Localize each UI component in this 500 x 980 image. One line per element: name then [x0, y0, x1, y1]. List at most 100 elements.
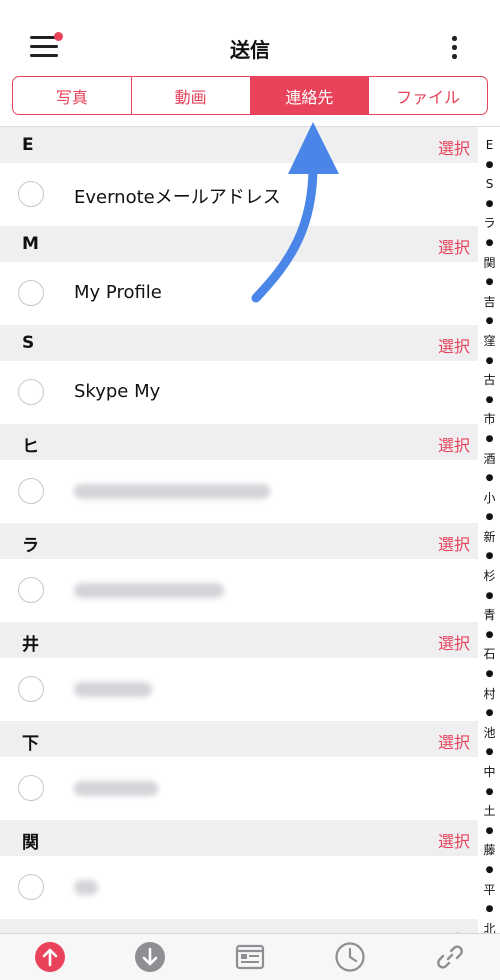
contact-name: Skype My — [74, 381, 161, 402]
section-header: 選択 — [0, 919, 478, 933]
section-header: ラ 選択 — [0, 523, 478, 559]
index-bar-item[interactable]: 土 — [483, 802, 495, 822]
index-bar-item[interactable]: 関 — [483, 254, 495, 274]
tab-videos[interactable]: 動画 — [132, 77, 251, 114]
section-header: ヒ 選択 — [0, 424, 478, 460]
index-bar-item[interactable]: 杉 — [483, 567, 495, 587]
select-section-button[interactable]: 選択 — [438, 729, 470, 753]
section-header: M 選択 — [0, 226, 478, 262]
contact-row[interactable]: Evernoteメールアドレス — [0, 163, 478, 226]
index-bar-dot[interactable]: ● — [486, 469, 494, 489]
index-bar-item[interactable]: 中 — [483, 763, 495, 783]
browser-window-icon[interactable] — [234, 941, 266, 973]
blurred-contact-name — [74, 682, 152, 697]
bottom-tab-bar — [0, 933, 500, 980]
select-section-button[interactable]: 選択 — [438, 630, 470, 654]
tab-photos[interactable]: 写真 — [13, 77, 132, 114]
index-bar-dot[interactable]: ● — [486, 861, 494, 881]
index-bar-dot[interactable]: ● — [486, 626, 494, 646]
upload-arrow-icon[interactable] — [34, 941, 66, 973]
section-letter: ラ — [22, 536, 39, 556]
blurred-contact-name — [74, 781, 158, 796]
contact-radio[interactable] — [18, 577, 44, 603]
contact-radio[interactable] — [18, 775, 44, 801]
index-bar-item[interactable]: 石 — [483, 645, 495, 665]
page-title: 送信 — [230, 38, 270, 62]
blurred-contact-name — [74, 880, 98, 895]
index-bar-dot[interactable]: ● — [486, 743, 494, 763]
select-section-button[interactable]: 選択 — [438, 432, 470, 456]
contact-radio[interactable] — [18, 280, 44, 306]
contact-list[interactable]: E 選択 Evernoteメールアドレス M 選択 My Profile S 選… — [0, 127, 478, 933]
contact-row[interactable] — [0, 658, 478, 721]
vertical-ellipsis-icon[interactable] — [448, 36, 460, 62]
contact-row[interactable] — [0, 559, 478, 622]
index-bar-item[interactable]: ラ — [483, 214, 495, 234]
index-bar-item[interactable]: 新 — [483, 528, 495, 548]
tab-contacts[interactable]: 連絡先 — [250, 77, 370, 114]
content-type-tabs: 写真 動画 連絡先 ファイル — [12, 76, 488, 115]
contact-row[interactable] — [0, 856, 478, 919]
section-letter: 井 — [22, 635, 39, 655]
index-bar-item[interactable]: 吉 — [483, 293, 495, 313]
index-bar-item[interactable]: 青 — [483, 606, 495, 626]
section-letter: 関 — [22, 833, 39, 853]
contact-radio[interactable] — [18, 478, 44, 504]
contact-row[interactable]: Skype My — [0, 361, 478, 424]
index-bar-dot[interactable]: ● — [486, 352, 494, 372]
section-letter: M — [22, 234, 39, 254]
contact-name: My Profile — [74, 282, 162, 303]
index-bar-dot[interactable]: ● — [486, 312, 494, 332]
index-bar-item[interactable]: 藤 — [483, 841, 495, 861]
contact-radio[interactable] — [18, 181, 44, 207]
index-bar-item[interactable]: 小 — [483, 489, 495, 509]
index-bar-dot[interactable]: ● — [486, 783, 494, 803]
index-bar-dot[interactable]: ● — [486, 391, 494, 411]
index-bar-item[interactable]: E — [486, 136, 494, 156]
contact-row[interactable]: My Profile — [0, 262, 478, 325]
section-header: 井 選択 — [0, 622, 478, 658]
index-bar-item[interactable]: 古 — [483, 371, 495, 391]
index-bar-dot[interactable]: ● — [486, 234, 494, 254]
index-bar-dot[interactable]: ● — [486, 665, 494, 685]
select-section-button[interactable]: 選択 — [438, 531, 470, 555]
select-section-button[interactable]: 選択 — [438, 135, 470, 159]
select-section-button[interactable]: 選択 — [438, 828, 470, 852]
index-bar-dot[interactable]: ● — [486, 822, 494, 842]
index-bar-item[interactable]: 平 — [483, 881, 495, 901]
section-index-bar[interactable]: E ● S ● ラ ● 関 ● 吉 ● 窪 ● 古 ● 市 ● 酒 ● 小 ● 新 ● 杉 ● 青 ● 石 ● 村 ● 池 ● 中 ● 土 ● 藤 ● 平 ●… — [479, 136, 500, 975]
tab-files[interactable]: ファイル — [369, 77, 487, 114]
index-bar-dot[interactable]: ● — [486, 900, 494, 920]
link-icon[interactable] — [434, 941, 466, 973]
index-bar-item[interactable]: 窪 — [483, 332, 495, 352]
section-letter: ヒ — [22, 437, 39, 457]
section-header: S 選択 — [0, 325, 478, 361]
index-bar-dot[interactable]: ● — [486, 156, 494, 176]
index-bar-dot[interactable]: ● — [486, 195, 494, 215]
contact-radio[interactable] — [18, 379, 44, 405]
section-letter: E — [22, 135, 34, 155]
index-bar-item[interactable]: 酒 — [483, 450, 495, 470]
index-bar-dot[interactable]: ● — [486, 547, 494, 567]
index-bar-item[interactable]: 村 — [483, 685, 495, 705]
contact-radio[interactable] — [18, 676, 44, 702]
index-bar-dot[interactable]: ● — [486, 430, 494, 450]
clock-icon[interactable] — [334, 941, 366, 973]
index-bar-dot[interactable]: ● — [486, 587, 494, 607]
section-header: 下 選択 — [0, 721, 478, 757]
select-section-button[interactable]: 選択 — [438, 333, 470, 357]
index-bar-item[interactable]: S — [486, 175, 494, 195]
contact-radio[interactable] — [18, 874, 44, 900]
index-bar-dot[interactable]: ● — [486, 704, 494, 724]
contact-name: Evernoteメールアドレス — [74, 187, 281, 208]
index-bar-dot[interactable]: ● — [486, 508, 494, 528]
download-arrow-icon[interactable] — [134, 941, 166, 973]
contact-row[interactable] — [0, 460, 478, 523]
section-header: E 選択 — [0, 127, 478, 163]
index-bar-dot[interactable]: ● — [486, 273, 494, 293]
contact-row[interactable] — [0, 757, 478, 820]
index-bar-item[interactable]: 市 — [483, 410, 495, 430]
index-bar-item[interactable]: 池 — [483, 724, 495, 744]
select-section-button[interactable]: 選択 — [438, 234, 470, 258]
section-letter: 下 — [22, 734, 39, 754]
